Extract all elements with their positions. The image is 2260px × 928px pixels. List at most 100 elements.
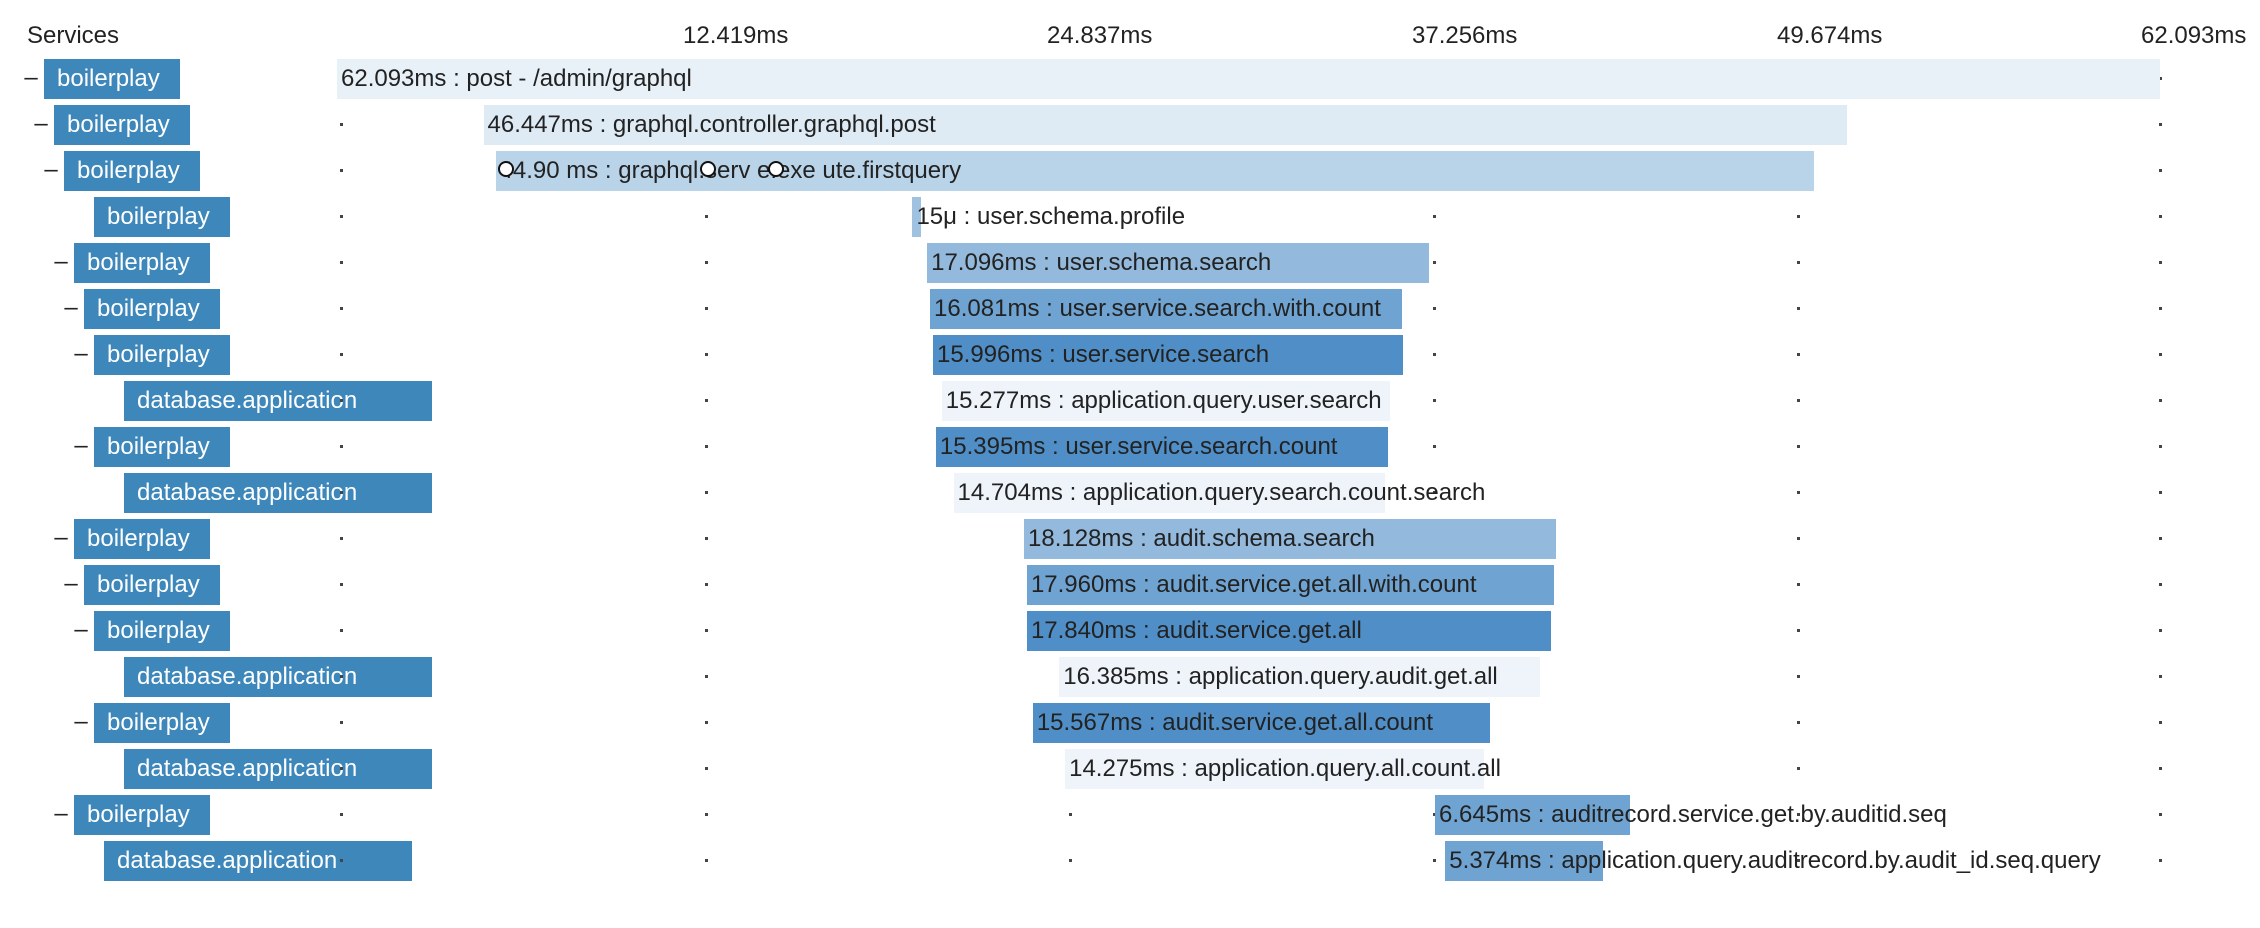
collapse-toggle-icon[interactable]: – [51, 525, 71, 551]
timeline-gridline-dot [340, 399, 343, 402]
timeline-gridline-dot [1797, 353, 1800, 356]
span-row[interactable]: – boilerplay 17.960ms : audit.service.get.… [0, 563, 2260, 607]
span-row[interactable]: – boilerplay 15.567ms : audit.service.get.… [0, 701, 2260, 745]
collapse-toggle-icon[interactable]: – [71, 709, 91, 735]
collapse-toggle-icon[interactable]: – [21, 65, 41, 91]
span-duration-bar[interactable] [1059, 657, 1541, 697]
service-tag[interactable]: database.application [124, 381, 432, 421]
timeline-gridline-dot [705, 353, 708, 356]
span-row[interactable]: database.application 14.275ms : applicati… [0, 747, 2260, 791]
service-tag[interactable]: database.application [124, 749, 432, 789]
span-duration-bar[interactable] [912, 197, 922, 237]
timeline-gridline-dot [2159, 767, 2162, 770]
service-tag[interactable]: boilerplay [94, 197, 230, 237]
span-duration-bar[interactable] [1065, 749, 1485, 789]
timeline-gridline-dot [2159, 169, 2162, 172]
span-duration-bar[interactable] [927, 243, 1430, 283]
span-row[interactable]: boilerplay 15μ : user.schema.profile [0, 195, 2260, 239]
timeline-gridline-dot [340, 629, 343, 632]
service-tag[interactable]: boilerplay [74, 519, 210, 559]
timeline-gridline-dot [705, 261, 708, 264]
timeline-gridline-dot [705, 307, 708, 310]
timeline-gridline-dot [705, 537, 708, 540]
timeline-gridline-dot [2159, 721, 2162, 724]
span-duration-bar[interactable] [1024, 519, 1557, 559]
timeline-gridline-dot [1797, 261, 1800, 264]
timeline-gridline-dot [1797, 813, 1800, 816]
span-row[interactable]: – boilerplay 16.081ms : user.service.searc… [0, 287, 2260, 331]
span-row[interactable]: – boilerplay 15.996ms : user.service.searc… [0, 333, 2260, 377]
service-tag[interactable]: database.application [124, 657, 432, 697]
span-duration-bar[interactable] [932, 335, 1403, 375]
span-duration-bar[interactable] [495, 151, 1814, 191]
timeline-gridline-dot [2159, 445, 2162, 448]
span-row[interactable]: database.application 16.385ms : applicati… [0, 655, 2260, 699]
timeline-gridline-dot [340, 675, 343, 678]
timeline-gridline-dot [1797, 445, 1800, 448]
service-tag[interactable]: boilerplay [94, 611, 230, 651]
timeline-gridline-dot [2159, 583, 2162, 586]
service-tag[interactable]: boilerplay [54, 105, 190, 145]
span-row[interactable]: – boilerplay 18.128ms : audit.schema.searc… [0, 517, 2260, 561]
timeline-gridline-dot [1433, 261, 1436, 264]
span-row[interactable]: – boilerplay 6.645ms : auditrecord.service… [0, 793, 2260, 837]
collapse-toggle-icon[interactable]: – [31, 111, 51, 137]
service-tag[interactable]: boilerplay [94, 427, 230, 467]
service-tag[interactable]: boilerplay [84, 565, 220, 605]
span-duration-bar[interactable] [935, 427, 1388, 467]
service-tag[interactable]: boilerplay [84, 289, 220, 329]
service-tag[interactable]: boilerplay [44, 59, 180, 99]
span-duration-bar[interactable] [1026, 565, 1555, 605]
service-tag[interactable]: database.application [104, 841, 412, 881]
span-duration-bar[interactable] [930, 289, 1403, 329]
span-duration-bar[interactable] [1026, 611, 1551, 651]
service-tag[interactable]: database.application [124, 473, 432, 513]
span-row[interactable]: database.application 14.704ms : applicati… [0, 471, 2260, 515]
cursor-marker-icon [498, 161, 514, 177]
span-duration-bar[interactable] [337, 59, 2160, 99]
service-tag[interactable]: boilerplay [64, 151, 200, 191]
timeline-gridline-dot [2159, 859, 2162, 862]
span-duration-bar[interactable] [483, 105, 1848, 145]
timeline-gridline-dot [705, 675, 708, 678]
span-row[interactable]: – boilerplay 62.093ms : post - /admin/grap… [0, 57, 2260, 101]
collapse-toggle-icon[interactable]: – [71, 341, 91, 367]
span-duration-bar[interactable] [953, 473, 1386, 513]
timeline-gridline-dot [705, 491, 708, 494]
time-axis-tick-label: 12.419ms [683, 22, 789, 49]
collapse-toggle-icon[interactable]: – [61, 295, 81, 321]
span-row[interactable]: – boilerplay 15.395ms : user.service.searc… [0, 425, 2260, 469]
collapse-toggle-icon[interactable]: – [51, 801, 71, 827]
span-row[interactable]: – boilerplay 44.90 ms : graphql.serv e.exe… [0, 149, 2260, 193]
span-duration-bar[interactable] [1032, 703, 1490, 743]
timeline-gridline-dot [1069, 813, 1072, 816]
timeline-gridline-dot [1797, 583, 1800, 586]
timeline-gridline-dot [340, 169, 343, 172]
collapse-toggle-icon[interactable]: – [41, 157, 61, 183]
service-tag[interactable]: boilerplay [94, 335, 230, 375]
timeline-gridline-dot [2159, 353, 2162, 356]
span-row[interactable]: database.application 15.277ms : applicati… [0, 379, 2260, 423]
span-row[interactable]: – boilerplay 17.096ms : user.schema.search [0, 241, 2260, 285]
collapse-toggle-icon[interactable]: – [61, 571, 81, 597]
collapse-toggle-icon[interactable]: – [51, 249, 71, 275]
span-duration-bar[interactable] [1445, 841, 1604, 881]
span-duration-bar[interactable] [941, 381, 1391, 421]
collapse-toggle-icon[interactable]: – [71, 433, 91, 459]
time-axis-tick-label: 37.256ms [1412, 22, 1518, 49]
span-row[interactable]: database.application 5.374ms : applicatio… [0, 839, 2260, 883]
collapse-toggle-icon[interactable]: – [71, 617, 91, 643]
timeline-gridline-dot [2159, 675, 2162, 678]
span-duration-bar[interactable] [1435, 795, 1631, 835]
service-tag[interactable]: boilerplay [74, 243, 210, 283]
timeline-gridline-dot [1433, 353, 1436, 356]
timeline-gridline-dot [705, 445, 708, 448]
timeline-gridline-dot [1797, 491, 1800, 494]
service-tag[interactable]: boilerplay [94, 703, 230, 743]
span-row[interactable]: – boilerplay 17.840ms : audit.service.get.… [0, 609, 2260, 653]
timeline-gridline-dot [340, 123, 343, 126]
span-row[interactable]: – boilerplay 46.447ms : graphql.controller… [0, 103, 2260, 147]
service-tag[interactable]: boilerplay [74, 795, 210, 835]
timeline-gridline-dot [340, 307, 343, 310]
timeline-gridline-dot [340, 261, 343, 264]
